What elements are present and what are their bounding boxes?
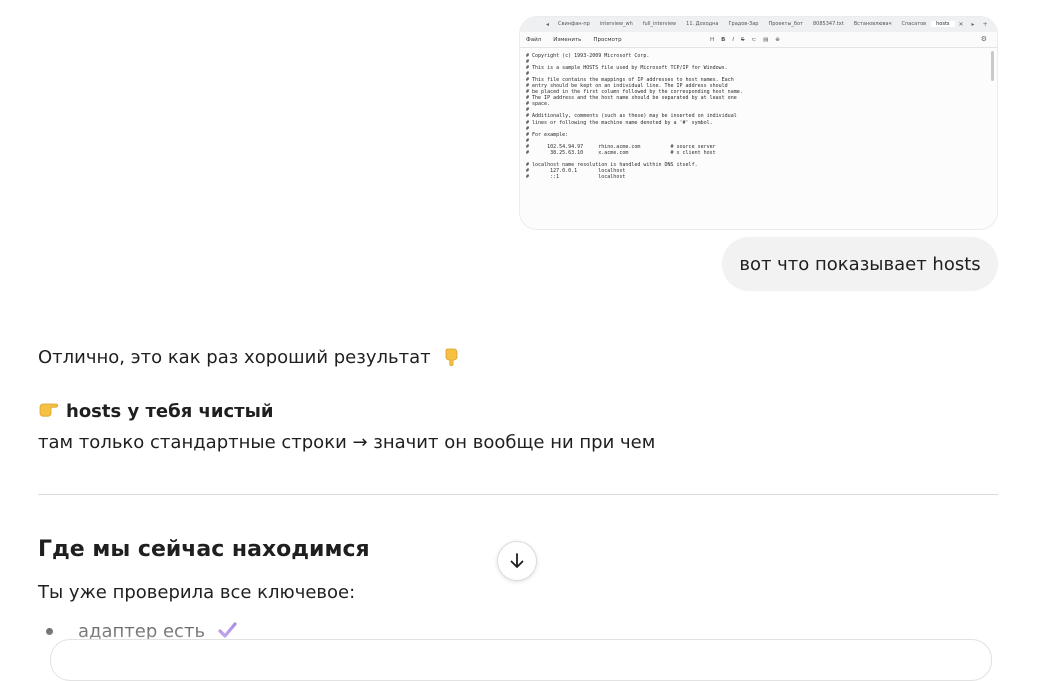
gear-icon: ⚙	[980, 35, 987, 43]
table-tool: ▤	[763, 36, 769, 43]
hosts-file-content: # Copyright (c) 1993-2009 Microsoft Corp…	[526, 53, 989, 219]
attached-screenshot[interactable]: ◂ Свинфан-пр interview_wh full_interview 11…	[519, 16, 998, 230]
notepad-tab: interview_wh	[599, 21, 633, 27]
hosts-line: # ::1 localhost	[526, 173, 626, 180]
section-divider	[38, 494, 998, 495]
notepad-tab: Свинфан-пр	[558, 21, 590, 27]
menu-file: Файл	[526, 36, 542, 43]
notepad-tab: Встановлювач	[853, 21, 892, 27]
close-tab-icon: ✕	[958, 21, 964, 28]
emoji-tool: ⊕	[775, 36, 780, 43]
assistant-line-1: Отлично, это как раз хороший результат	[38, 347, 431, 368]
bullet-dot	[46, 628, 53, 635]
notepad-tab: 11. Доходна	[686, 21, 719, 27]
menu-edit: Изменить	[553, 36, 582, 43]
notepad-tab: Спасатов	[901, 21, 927, 27]
format-toolbar: H B I S ⊂ ▤ ⊕	[710, 32, 780, 47]
new-tab-icon: +	[982, 21, 988, 28]
menu-view: Просмотр	[593, 36, 622, 43]
user-message-bubble: вот что показывает hosts	[722, 237, 998, 291]
notepad-tab-bar: ◂ Свинфан-пр interview_wh full_interview 11…	[520, 17, 997, 32]
strike-tool: S	[740, 36, 745, 43]
assistant-line-2: hosts у тебя чистый	[66, 401, 274, 422]
notepad-menu-bar: Файл Изменить Просмотр H B I S ⊂ ▤ ⊕ ⚙	[520, 32, 997, 48]
assistant-bold-line: hosts у тебя чистый	[38, 400, 273, 422]
assistant-paragraph: Отлично, это как раз хороший результат	[38, 346, 462, 368]
notepad-tab: Градов-Зар	[728, 21, 759, 27]
bold-tool: B	[721, 36, 726, 43]
scrollbar-thumb	[991, 51, 994, 81]
heading-tool: H	[710, 36, 715, 43]
notepad-tab: 8085347.txt	[812, 21, 844, 27]
notepad-tab: Проекты_бот	[768, 21, 803, 27]
scroll-to-bottom-button[interactable]	[497, 541, 537, 581]
hand-pointing-down-icon	[445, 348, 458, 366]
hand-pointing-right-icon	[39, 403, 58, 417]
assistant-line-3: там только стандартные строки → значит о…	[38, 432, 656, 453]
link-tool: ⊂	[751, 36, 757, 43]
user-message-text: вот что показывает hosts	[739, 253, 981, 275]
notepad-tab: full_interview	[642, 21, 677, 27]
check-mark-icon	[218, 622, 237, 638]
message-composer[interactable]	[50, 639, 992, 681]
italic-tool: I	[732, 36, 734, 43]
section-heading: Где мы сейчас находимся	[38, 537, 370, 562]
tab-scroll-right-icon: ▸	[971, 21, 975, 28]
notepad-tab: hosts	[931, 21, 955, 27]
arrow-down-icon	[510, 553, 524, 568]
tab-scroll-left-icon: ◂	[546, 21, 550, 28]
assistant-line-4: Ты уже проверила все ключевое:	[38, 582, 356, 603]
